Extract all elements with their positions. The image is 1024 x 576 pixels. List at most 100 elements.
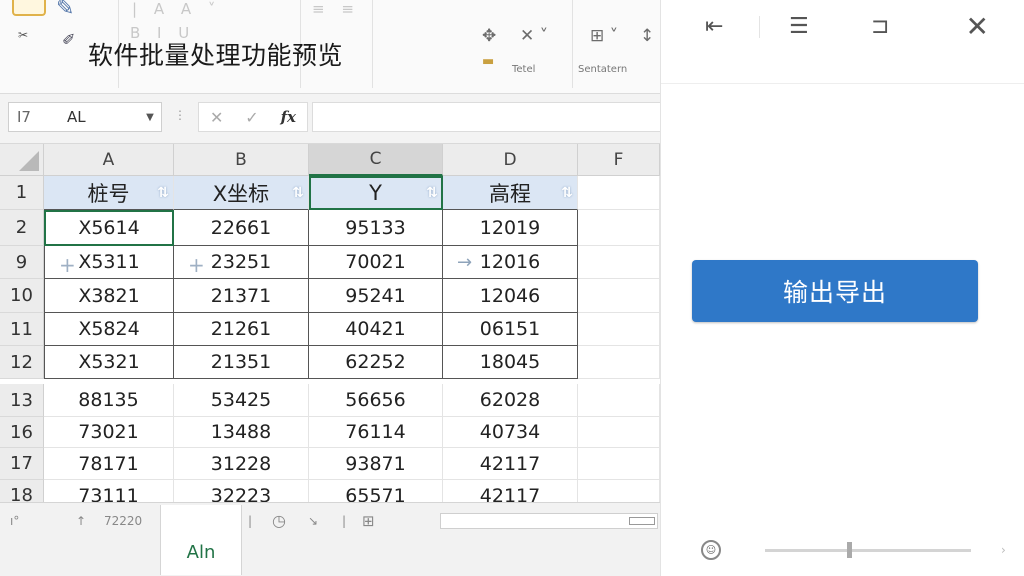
table-cell[interactable] xyxy=(578,384,660,417)
add-sheet-icon[interactable]: ↑ xyxy=(76,514,86,528)
row-header[interactable]: 13 xyxy=(0,384,44,417)
brush-icon[interactable]: ✎ xyxy=(56,0,74,21)
table-cell[interactable]: 88135 xyxy=(44,384,174,417)
table-cell[interactable]: 18045 xyxy=(443,346,578,379)
row-header[interactable]: 12 xyxy=(0,346,44,379)
table-cell[interactable]: 40734 xyxy=(443,417,578,448)
magic-icon[interactable]: ✥ xyxy=(482,26,496,46)
resize-handle-icon[interactable]: ⋮ xyxy=(174,108,186,122)
table-cell[interactable] xyxy=(578,417,660,448)
table-cell[interactable]: X5614 xyxy=(44,210,174,246)
table-cell[interactable]: 12016 → xyxy=(443,246,578,279)
table-cell[interactable]: 21351 xyxy=(174,346,309,379)
table-cell[interactable] xyxy=(578,313,660,346)
table-cell[interactable]: 62252 xyxy=(309,346,443,379)
table-cell[interactable]: 32223 xyxy=(174,480,309,502)
table-cell[interactable]: 53425 xyxy=(174,384,309,417)
row-header[interactable]: 11 xyxy=(0,313,44,346)
table-cell[interactable]: 95241 xyxy=(309,279,443,313)
header-cell[interactable]: X坐标 ⇅ xyxy=(174,176,309,210)
row-header[interactable]: 2 xyxy=(0,210,44,246)
table-cell[interactable]: 78171 xyxy=(44,448,174,480)
scroll-left-icon[interactable]: ı° xyxy=(10,514,19,528)
align-icon[interactable]: ⇤ xyxy=(705,14,723,39)
zoom-slider-thumb[interactable] xyxy=(847,542,852,558)
table-cell[interactable]: 13488 xyxy=(174,417,309,448)
table-cell[interactable]: X5824 xyxy=(44,313,174,346)
table-cell[interactable]: 56656 xyxy=(309,384,443,417)
table-cell[interactable] xyxy=(578,448,660,480)
header-cell[interactable]: 高程 ⇅ xyxy=(443,176,578,210)
column-header-c[interactable]: C xyxy=(309,144,443,176)
table-cell[interactable] xyxy=(578,176,660,210)
column-header-a[interactable]: A xyxy=(44,144,174,176)
header-cell[interactable]: Y ⇅ xyxy=(309,176,443,210)
table-cell[interactable]: 23251 + xyxy=(174,246,309,279)
sheet-tab-active[interactable]: Aln xyxy=(160,505,242,575)
paste-icon[interactable] xyxy=(12,0,46,16)
select-all-corner[interactable] xyxy=(0,144,44,176)
sort-filter-icon[interactable]: ⇅ xyxy=(426,185,438,201)
column-header-b[interactable]: B xyxy=(174,144,309,176)
table-cell[interactable]: 22661 xyxy=(174,210,309,246)
sort-icon[interactable]: ↕ xyxy=(640,26,654,46)
feedback-icon[interactable]: ☺ xyxy=(701,540,721,560)
sort-filter-icon[interactable]: ⇅ xyxy=(292,185,304,201)
table-cell[interactable]: 31228 xyxy=(174,448,309,480)
table-cell[interactable] xyxy=(578,279,660,313)
table-cell[interactable]: X5311 + xyxy=(44,246,174,279)
row-header[interactable]: 9 xyxy=(0,246,44,279)
enter-icon[interactable]: ✓ xyxy=(245,108,258,127)
table-cell[interactable] xyxy=(578,210,660,246)
header-cell[interactable]: 桩号 ⇅ xyxy=(44,176,174,210)
name-box[interactable]: I7 AL ▼ xyxy=(8,102,162,132)
table-cell[interactable]: 21371 xyxy=(174,279,309,313)
layout-icon[interactable]: ☰ xyxy=(789,14,809,39)
table-cell[interactable]: X3821 xyxy=(44,279,174,313)
table-cell[interactable]: 76114 xyxy=(309,417,443,448)
table-cell[interactable]: 62028 xyxy=(443,384,578,417)
table-style-icon[interactable]: ⊞ ˅ xyxy=(590,26,618,46)
row-header[interactable]: 10 xyxy=(0,279,44,313)
table-cell[interactable] xyxy=(578,480,660,502)
scrollbar-thumb[interactable] xyxy=(629,517,655,525)
clock-icon[interactable]: ◷ xyxy=(272,511,286,530)
chevron-right-icon[interactable]: › xyxy=(1001,543,1006,557)
table-cell[interactable]: 12046 xyxy=(443,279,578,313)
fill-icon[interactable]: ▬ xyxy=(482,54,494,69)
table-cell[interactable]: 65571 xyxy=(309,480,443,502)
table-cell[interactable]: 40421 xyxy=(309,313,443,346)
column-header-d[interactable]: D xyxy=(443,144,578,176)
table-cell[interactable]: X5321 xyxy=(44,346,174,379)
table-cell[interactable] xyxy=(578,246,660,279)
cancel-icon[interactable]: ✕ xyxy=(210,108,223,127)
chevron-icon[interactable]: ↘ xyxy=(308,514,318,528)
cut-icon[interactable]: ✂ xyxy=(18,28,28,42)
chevron-down-icon[interactable]: ▼ xyxy=(139,112,161,123)
export-button[interactable]: 输出导出 xyxy=(692,260,978,322)
row-header[interactable]: 16 xyxy=(0,417,44,448)
sort-filter-icon[interactable]: ⇅ xyxy=(157,185,169,201)
delete-icon[interactable]: ✕ ˅ xyxy=(520,26,548,46)
restore-icon[interactable]: ⊐ xyxy=(871,14,889,39)
formula-input[interactable] xyxy=(312,102,660,132)
table-cell[interactable] xyxy=(578,346,660,379)
table-cell[interactable]: 73111 xyxy=(44,480,174,502)
table-cell[interactable]: 42117 xyxy=(443,448,578,480)
row-header[interactable]: 1 xyxy=(0,176,44,210)
zoom-slider-track[interactable] xyxy=(765,549,971,552)
close-icon[interactable]: ✕ xyxy=(966,10,989,43)
row-header[interactable]: 17 xyxy=(0,448,44,480)
horizontal-scrollbar[interactable] xyxy=(440,513,658,529)
table-cell[interactable]: 70021 xyxy=(309,246,443,279)
grid-icon[interactable]: ⊞ xyxy=(362,512,375,530)
table-cell[interactable]: 21261 xyxy=(174,313,309,346)
row-header[interactable]: 18 xyxy=(0,480,44,502)
table-cell[interactable]: 73021 xyxy=(44,417,174,448)
table-cell[interactable]: 42117 xyxy=(443,480,578,502)
table-cell[interactable]: 93871 xyxy=(309,448,443,480)
fx-icon[interactable]: fx xyxy=(281,108,296,126)
table-cell[interactable]: 95133 xyxy=(309,210,443,246)
table-cell[interactable]: 12019 xyxy=(443,210,578,246)
table-cell[interactable]: 06151 xyxy=(443,313,578,346)
